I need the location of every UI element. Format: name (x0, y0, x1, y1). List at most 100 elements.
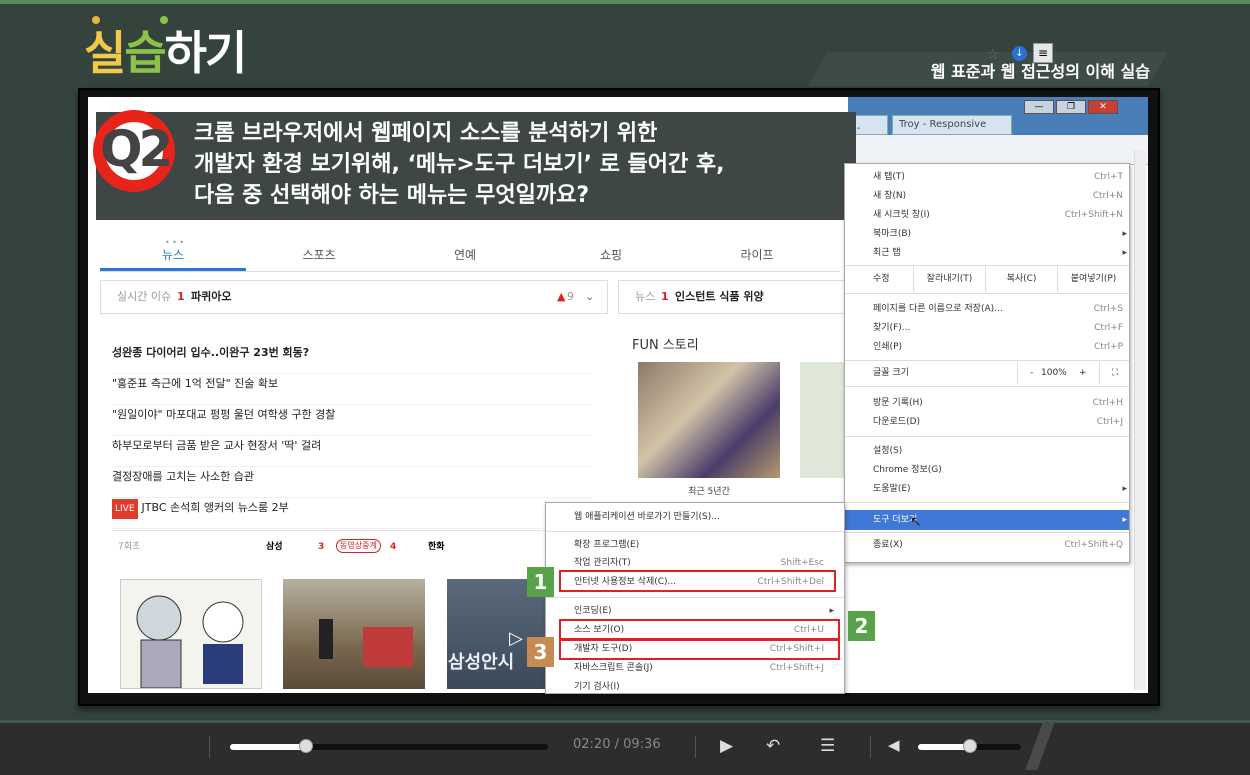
tab-shopping[interactable]: 쇼핑 (538, 240, 684, 271)
list-icon[interactable]: ☰ (820, 736, 835, 756)
menu-item-settings[interactable]: 설정(S) (873, 442, 1123, 460)
mouse-cursor-icon: ↖ (910, 514, 922, 530)
volume-knob[interactable] (962, 739, 977, 753)
cartoon-thumbnail[interactable] (120, 579, 262, 689)
question-line: 다음 중 선택해야 하는 메뉴는 무엇일까요? (194, 183, 590, 208)
tab-news[interactable]: 뉴스 (100, 240, 246, 271)
news-item[interactable]: 성완종 다이어리 입수..이완구 23번 회동? (112, 343, 592, 374)
issue-prefix: 실시간 이슈 (117, 290, 172, 303)
answer-highlight-3 (559, 638, 840, 660)
submenu-item-encoding[interactable]: 인코딩(E) ▸ (574, 602, 838, 620)
news-item[interactable]: 하부모로부터 금품 받은 교사 현장서 '딱' 걸려 (112, 436, 592, 467)
star-icon[interactable]: ☆ (986, 45, 999, 63)
volume-level (918, 744, 970, 750)
score2: 4 (390, 542, 397, 552)
zoom-in-button[interactable]: + (1079, 362, 1087, 384)
news-keyword[interactable]: 인스턴트 식품 위양 (675, 281, 764, 313)
menu-item-save-as[interactable]: 페이지를 다른 이름으로 저장(A)... Ctrl+S (873, 300, 1123, 318)
menu-item-recent-tabs[interactable]: 최근 탭 ▸ (873, 244, 1127, 262)
video-badge[interactable]: 동영상중계 (336, 539, 381, 553)
issue-rank: 1 (177, 290, 185, 303)
question-line: 개발자 환경 보기위해, ‘메뉴>도구 더보기’ 로 들어간 후, (194, 152, 725, 177)
up-arrow-icon: ▲ (557, 290, 566, 303)
seek-bar-progress (230, 744, 307, 750)
issue-count: 9 (567, 290, 574, 303)
submenu-item-inspect-devices[interactable]: 기기 검사(I) (574, 678, 838, 696)
close-button[interactable]: ✕ (1088, 100, 1118, 114)
page-scrollbar[interactable] (1134, 150, 1146, 690)
menu-item-print[interactable]: 인쇄(P) Ctrl+P (873, 338, 1123, 356)
submenu-arrow-icon: ▸ (1122, 515, 1127, 525)
menu-item-find[interactable]: 찾기(F)... Ctrl+F (873, 319, 1123, 337)
news-prefix: 뉴스 (635, 290, 656, 303)
play-icon[interactable]: ▷ (509, 628, 523, 649)
window-controls: — ❐ ✕ (1024, 100, 1118, 114)
zoom-out-button[interactable]: - (1017, 362, 1033, 384)
answer-number-3[interactable]: 3 (527, 637, 554, 667)
answer-number-2[interactable]: 2 (848, 611, 875, 641)
submenu-item-extensions[interactable]: 확장 프로그램(E) (574, 536, 838, 554)
chevron-down-icon[interactable]: ⌄ (585, 281, 594, 313)
menu-item-about[interactable]: Chrome 정보(G) (873, 461, 1123, 479)
menu-divider (845, 360, 1129, 361)
menu-item-history[interactable]: 방문 기록(H) Ctrl+H (873, 394, 1123, 412)
zoom-row: 글꼴 크기 - 100% + ⛶ (845, 362, 1129, 384)
menu-item-bookmarks[interactable]: 북마크(B) ▸ (873, 225, 1127, 243)
menu-item-new-window[interactable]: 새 창(N) Ctrl+N (873, 187, 1123, 205)
issue-keyword[interactable]: 파퀴아오 (191, 281, 231, 313)
maximize-button[interactable]: ❐ (1056, 100, 1086, 114)
fun-story-title: FUN 스토리 (632, 338, 699, 353)
more-tools-submenu: 웹 애플리케이션 바로가기 만들기(S)... 확장 프로그램(E) 작업 관리… (545, 502, 845, 694)
fun-story-image[interactable] (638, 362, 780, 478)
chrome-menu-icon[interactable]: ≡ (1033, 43, 1053, 63)
time-display: 02:20 / 09:36 (573, 737, 661, 752)
news-item[interactable]: 결정장애를 고치는 사소한 습관 (112, 467, 592, 498)
download-extension-icon[interactable]: ↓ (1012, 46, 1027, 61)
edit-row: 수정 잘라내기(T) 복사(C) 붙여넣기(P) (845, 266, 1129, 292)
menu-divider (546, 597, 844, 598)
tab-sports[interactable]: 스포츠 (246, 240, 392, 271)
menu-item-new-tab[interactable]: 새 탭(T) Ctrl+T (873, 168, 1123, 186)
copy-button[interactable]: 복사(C) (985, 266, 1057, 292)
minimize-button[interactable]: — (1024, 100, 1054, 114)
answer-highlight-1 (559, 570, 836, 592)
fullscreen-icon[interactable]: ⛶ (1099, 362, 1118, 384)
current-time: 02:20 (573, 737, 611, 752)
news-item[interactable]: "원일이야" 마포대교 펑펑 울던 여학생 구한 경찰 (112, 405, 592, 436)
fun-story-caption[interactable]: 최근 5년간 (638, 484, 780, 497)
zoom-label: 글꼴 크기 (873, 368, 909, 378)
fun-story-image-2[interactable] (800, 362, 846, 478)
menu-item-help[interactable]: 도움말(E) ▸ (873, 480, 1127, 498)
submenu-item-app-shortcut[interactable]: 웹 애플리케이션 바로가기 만들기(S)... (574, 508, 838, 526)
news-issue-bar[interactable]: 뉴스 1 인스턴트 식품 위양 (618, 280, 848, 314)
baseball-score-row[interactable]: 7회초 삼성 3 동영상중계 4 한화 (112, 530, 596, 562)
realtime-issue-bar[interactable]: 실시간 이슈 1 파퀴아오 ▲ 9 ⌄ (100, 280, 608, 314)
menu-divider (546, 531, 844, 532)
news-photo-thumbnail[interactable] (283, 579, 425, 689)
tab-life[interactable]: 라이프 (684, 240, 830, 271)
answer-number-1[interactable]: 1 (527, 567, 554, 597)
slide-subtitle: 웹 표준과 웹 접근성의 이해 실습 (930, 62, 1150, 81)
volume-icon[interactable]: ◀ (888, 736, 900, 754)
edit-label: 수정 (873, 274, 890, 284)
menu-item-downloads[interactable]: 다운로드(D) Ctrl+J (873, 413, 1123, 431)
tab-entertainment[interactable]: 연예 (392, 240, 538, 271)
submenu-arrow-icon: ▸ (1122, 229, 1127, 239)
menu-item-exit[interactable]: 종료(X) Ctrl+Shift+Q (873, 536, 1123, 554)
replay-icon[interactable]: ↶ (766, 736, 780, 756)
menu-divider (845, 436, 1129, 437)
play-icon[interactable]: ▶ (720, 736, 733, 756)
news-item[interactable]: "홍준표 측근에 1억 전달" 진술 확보 (112, 374, 592, 405)
cut-button[interactable]: 잘라내기(T) (913, 266, 985, 292)
player-top-strip (0, 720, 1250, 723)
submenu-item-js-console[interactable]: 자바스크립트 콘솔(J) Ctrl+Shift+J (574, 659, 838, 677)
submenu-arrow-icon: ▸ (829, 606, 834, 616)
divider (695, 736, 696, 758)
menu-item-incognito[interactable]: 새 시크릿 창(I) Ctrl+Shift+N (873, 206, 1123, 224)
browser-tab-active[interactable]: Troy - Responsive (892, 115, 1012, 135)
news-rank: 1 (661, 290, 669, 303)
paste-button[interactable]: 붙여넣기(P) (1057, 266, 1129, 292)
address-bar[interactable] (848, 135, 1148, 165)
zoom-value: 100% (1041, 368, 1067, 378)
news-item-live[interactable]: LIVE JTBC 손석희 앵커의 뉴스룸 2부 (112, 498, 592, 529)
